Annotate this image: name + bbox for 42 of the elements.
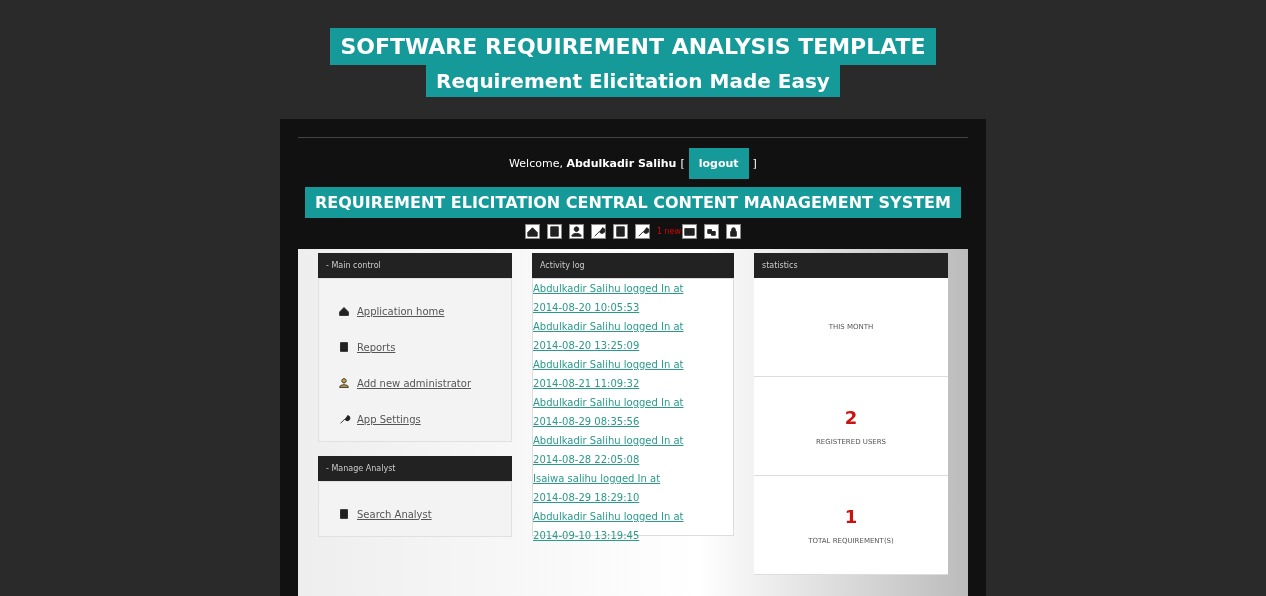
document-icon[interactable] — [612, 224, 628, 239]
log-entry-link[interactable]: Isaiwa salihu logged In at — [533, 469, 733, 488]
stat-value: 2 — [844, 406, 858, 428]
bracket: [ — [680, 157, 685, 170]
document-icon — [337, 340, 351, 354]
log-entry-link[interactable]: 2014-08-29 18:29:10 — [533, 488, 733, 507]
log-entry-link[interactable]: Abdulkadir Salihu logged In at — [533, 279, 733, 298]
document-icon[interactable] — [546, 224, 562, 239]
log-entry-link[interactable]: 2014-08-28 22:05:08 — [533, 450, 733, 469]
log-entry-link[interactable]: Abdulkadir Salihu logged In at — [533, 431, 733, 450]
section-header: statistics — [754, 253, 948, 278]
sidebar-link[interactable]: Reports — [357, 341, 396, 353]
sidebar-link[interactable]: Add new administrator — [357, 377, 472, 389]
sidebar-link[interactable]: App Settings — [357, 413, 421, 425]
welcome-text: Welcome, Abdulkadir Salihu — [509, 157, 677, 170]
home-icon — [337, 304, 351, 318]
sidebar-link[interactable]: Application home — [357, 305, 445, 317]
log-entry-link[interactable]: 2014-08-29 08:35:56 — [533, 412, 733, 431]
log-entry-link[interactable]: 2014-09-10 13:19:45 — [533, 526, 733, 545]
notification-count: 1 new — [656, 227, 682, 236]
section-header: Activity log — [532, 253, 734, 278]
document-icon — [337, 507, 351, 521]
log-entry-link[interactable]: 2014-08-20 10:05:53 — [533, 298, 733, 317]
stat-value: 1 — [844, 505, 858, 527]
log-entry-link[interactable]: Abdulkadir Salihu logged In at — [533, 393, 733, 412]
section-header: - Manage Analyst — [318, 456, 513, 481]
sidebar-link[interactable]: Search Analyst — [357, 508, 432, 520]
lock-icon[interactable] — [726, 224, 742, 239]
section-header: - Main control — [318, 253, 513, 278]
bracket: ] — [752, 157, 757, 170]
log-entry-link[interactable]: Abdulkadir Salihu logged In at — [533, 317, 733, 336]
person-icon[interactable] — [568, 224, 584, 239]
system-title: REQUIREMENT ELICITATION CENTRAL CONTENT MANAGEMENT SYSTEM — [305, 187, 961, 218]
log-entry-link[interactable]: Abdulkadir Salihu logged In at — [533, 507, 733, 526]
person-icon — [337, 376, 351, 390]
page-title: SOFTWARE REQUIREMENT ANALYSIS TEMPLATE — [330, 28, 936, 65]
home-icon[interactable] — [524, 224, 540, 239]
log-entry-link[interactable]: 2014-08-20 13:25:09 — [533, 336, 733, 355]
log-entry-link[interactable]: Abdulkadir Salihu logged In at — [533, 355, 733, 374]
logout-button[interactable]: logout — [688, 148, 749, 179]
page-subtitle: Requirement Elicitation Made Easy — [426, 65, 840, 97]
log-entry-link[interactable]: 2014-08-21 11:09:32 — [533, 374, 733, 393]
